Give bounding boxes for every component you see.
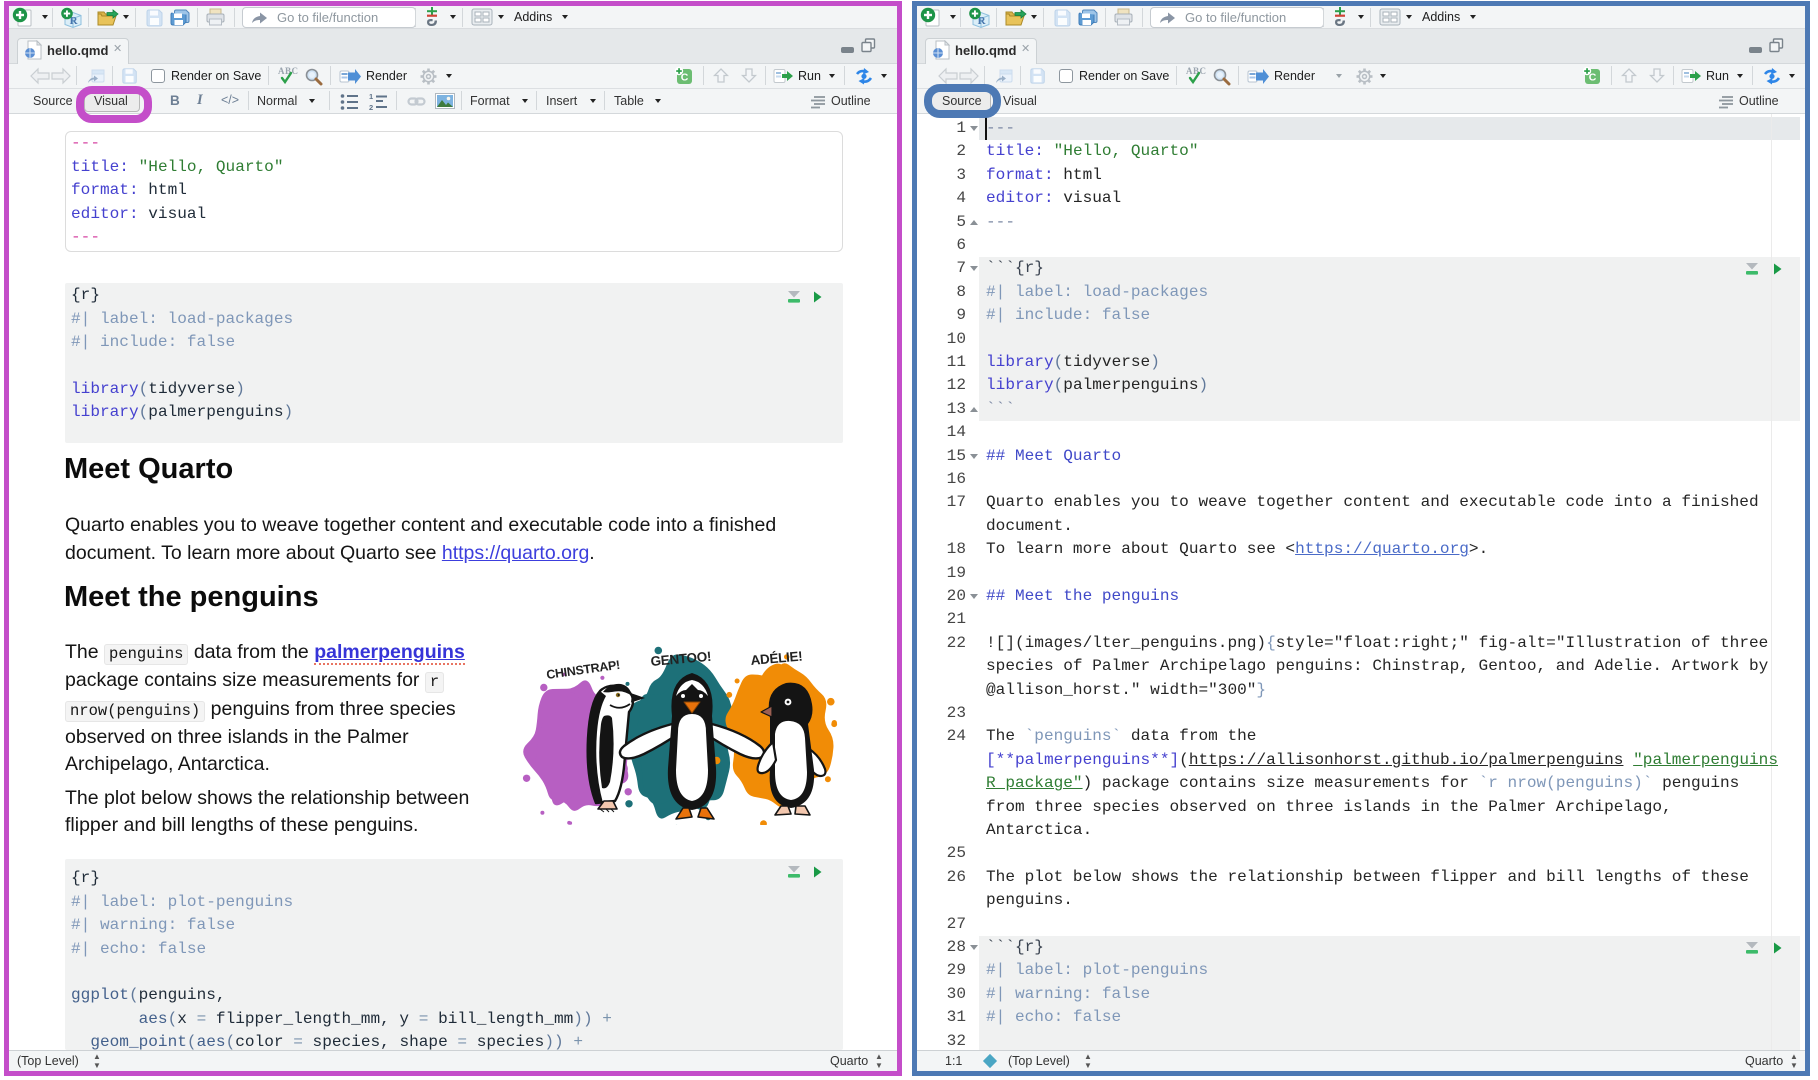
- svg-text:CHINSTRAP!: CHINSTRAP!: [545, 658, 620, 682]
- svg-text:2: 2: [369, 103, 373, 111]
- svg-text:ADÉLIE!: ADÉLIE!: [750, 649, 803, 668]
- svg-text:ABC: ABC: [278, 66, 298, 76]
- svg-text:1: 1: [369, 93, 373, 101]
- svg-text:ABC: ABC: [1186, 66, 1206, 76]
